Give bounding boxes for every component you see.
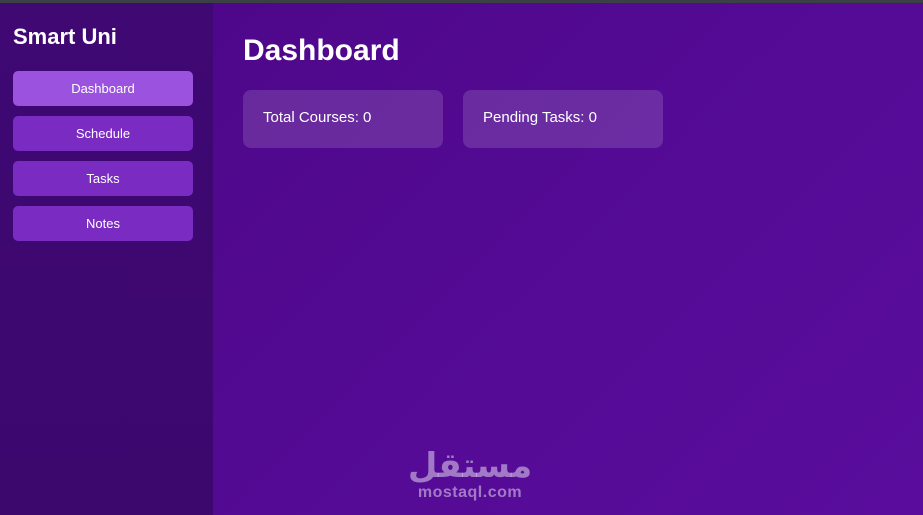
sidebar-item-notes[interactable]: Notes xyxy=(13,206,193,241)
main-content: Dashboard Total Courses: 0 Pending Tasks… xyxy=(213,3,923,515)
sidebar: Smart Uni Dashboard Schedule Tasks Notes xyxy=(0,3,213,515)
app-root: Smart Uni Dashboard Schedule Tasks Notes… xyxy=(0,3,923,515)
stat-card-pending-tasks: Pending Tasks: 0 xyxy=(463,90,663,148)
stat-card-total-courses: Total Courses: 0 xyxy=(243,90,443,148)
sidebar-nav: Dashboard Schedule Tasks Notes xyxy=(13,71,200,241)
watermark-arabic-text: مستقل xyxy=(407,447,533,485)
stats-cards: Total Courses: 0 Pending Tasks: 0 xyxy=(243,90,893,148)
page-title: Dashboard xyxy=(243,34,400,67)
sidebar-item-dashboard[interactable]: Dashboard xyxy=(13,71,193,106)
watermark-latin-text: mostaql.com xyxy=(417,484,523,501)
sidebar-item-schedule[interactable]: Schedule xyxy=(13,116,193,151)
sidebar-item-tasks[interactable]: Tasks xyxy=(13,161,193,196)
brand-title: Smart Uni xyxy=(13,24,117,49)
watermark-logo: مستقل mostaql.com xyxy=(405,448,535,502)
